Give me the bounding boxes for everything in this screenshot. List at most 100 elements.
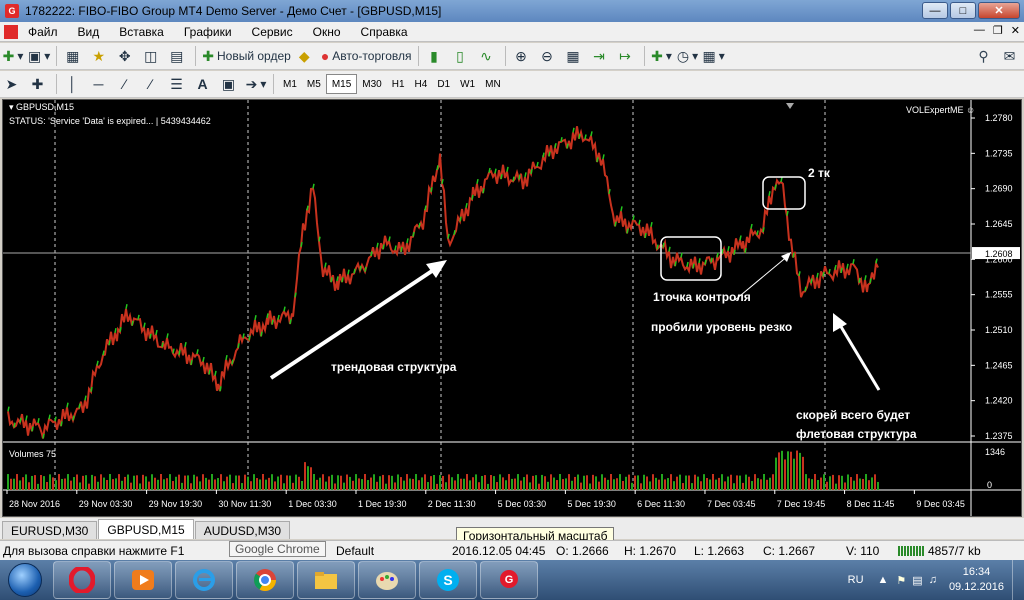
taskbar-paint[interactable] — [358, 561, 416, 599]
tf-d1[interactable]: D1 — [432, 74, 455, 94]
menu-insert[interactable]: Вставка — [109, 25, 174, 39]
cursor-icon[interactable]: ➤ — [2, 73, 24, 95]
tf-m30[interactable]: M30 — [357, 74, 386, 94]
vertical-line-icon[interactable]: │ — [63, 73, 85, 95]
channel-icon[interactable]: ∕ — [141, 73, 163, 95]
menu-help[interactable]: Справка — [351, 25, 418, 39]
tab-gbpusd[interactable]: GBPUSD,M15 — [98, 519, 194, 539]
show-desktop-button[interactable] — [1012, 560, 1024, 600]
tf-w1[interactable]: W1 — [455, 74, 480, 94]
tile-windows-icon[interactable]: ▦ — [564, 45, 586, 67]
app-icon: G — [5, 4, 19, 18]
data-window-icon[interactable]: ★ — [89, 45, 111, 67]
autoscroll-icon[interactable]: ↦ — [616, 45, 638, 67]
taskbar-explorer[interactable] — [297, 561, 355, 599]
volume-bar — [238, 475, 240, 490]
menu-window[interactable]: Окно — [303, 25, 351, 39]
tab-audusd[interactable]: AUDUSD,M30 — [194, 521, 291, 539]
menu-file[interactable]: Файл — [18, 25, 68, 39]
tray-volume-icon[interactable]: ♫ — [929, 574, 937, 586]
mdi-restore-button[interactable]: ❐ — [993, 24, 1003, 37]
volume-bar — [775, 457, 777, 490]
tf-m15[interactable]: M15 — [325, 74, 358, 94]
tf-m1[interactable]: M1 — [278, 74, 302, 94]
crosshair-icon[interactable]: ✚ — [28, 73, 50, 95]
terminal-icon[interactable]: ◫ — [141, 45, 163, 67]
menu-view[interactable]: Вид — [68, 25, 110, 39]
taskbar-opera[interactable] — [53, 561, 111, 599]
menu-tools[interactable]: Сервис — [242, 25, 303, 39]
volume-bar — [640, 483, 642, 490]
chart-window[interactable]: 1.2780 1.2735 1.2690 1.2645 1.2600 1.2555 1.25… — [2, 99, 1022, 517]
periods-button[interactable]: ◷ ▾ — [677, 45, 699, 67]
volume-bar — [643, 474, 645, 490]
taskbar-fibogroup[interactable]: G — [480, 561, 538, 599]
tf-mn[interactable]: MN — [480, 74, 506, 94]
mdi-minimize-button[interactable]: — — [974, 24, 985, 37]
mdi-close-button[interactable]: ✕ — [1011, 24, 1020, 37]
price-chart[interactable]: 1.27801.27351.26901.26451.26001.25551.25… — [3, 100, 1021, 516]
tray-flag-icon[interactable]: ⚑ — [896, 574, 906, 587]
zoom-out-icon[interactable]: ⊖ — [538, 45, 560, 67]
menu-charts[interactable]: Графики — [174, 25, 242, 39]
volume-bar — [703, 474, 705, 490]
new-chart-button[interactable]: ✚ ▾ — [2, 45, 24, 67]
volume-bar — [586, 475, 588, 490]
connection-indicator-icon[interactable] — [898, 546, 924, 556]
zoom-in-icon[interactable]: ⊕ — [512, 45, 534, 67]
language-indicator[interactable]: RU — [848, 574, 864, 586]
volume-bar — [715, 479, 717, 490]
maximize-button[interactable]: □ — [950, 2, 976, 19]
line-chart-icon[interactable]: ∿ — [477, 45, 499, 67]
close-button[interactable]: ✕ — [978, 2, 1020, 19]
tf-h4[interactable]: H4 — [410, 74, 433, 94]
volume-bar — [409, 478, 411, 490]
tray-arrow-icon[interactable]: ▲ — [878, 574, 889, 586]
taskbar-ie[interactable] — [175, 561, 233, 599]
volume-bar — [526, 474, 528, 490]
volume-bar — [634, 475, 636, 490]
auto-trading-button[interactable]: ● Авто-торговля — [321, 45, 412, 67]
minimize-button[interactable]: — — [922, 2, 948, 19]
volume-bar — [166, 478, 168, 490]
candlestick-icon[interactable]: ▯ — [451, 45, 473, 67]
chat-icon[interactable]: ✉ — [1000, 45, 1022, 67]
volume-bar — [460, 478, 462, 490]
volume-bar — [19, 480, 21, 490]
status-close: C: 1.2667 — [763, 544, 816, 558]
volume-bar — [202, 474, 204, 490]
arrows-button[interactable]: ➔ ▾ — [245, 73, 267, 95]
trend-line-icon[interactable]: ∕ — [115, 73, 137, 95]
chart-shift-icon[interactable]: ⇥ — [590, 45, 612, 67]
meta-editor-icon[interactable]: ◆ — [295, 45, 317, 67]
taskbar-chrome[interactable] — [236, 561, 294, 599]
profiles-button[interactable]: ▣ ▾ — [28, 45, 50, 67]
search-icon[interactable]: ⚲ — [974, 45, 996, 67]
volume-bar — [529, 482, 531, 490]
taskbar-media-player[interactable] — [114, 561, 172, 599]
tf-m5[interactable]: M5 — [302, 74, 326, 94]
fibo-icon[interactable]: ☰ — [167, 73, 189, 95]
taskbar-skype[interactable]: S — [419, 561, 477, 599]
label-icon[interactable]: ▣ — [219, 73, 241, 95]
volume-bar — [40, 474, 42, 490]
text-icon[interactable]: A — [193, 73, 215, 95]
tray-network-icon[interactable]: ▤ — [912, 574, 922, 587]
volume-bar — [469, 480, 471, 490]
indicators-button[interactable]: ✚ ▾ — [651, 45, 673, 67]
clock[interactable]: 16:34 09.12.2016 — [949, 565, 1004, 595]
market-watch-icon[interactable]: ▦ — [63, 45, 85, 67]
tf-h1[interactable]: H1 — [387, 74, 410, 94]
tester-icon[interactable]: ▤ — [167, 45, 189, 67]
new-order-button[interactable]: ✚ Новый ордер — [202, 45, 291, 67]
time-tick-label-4: 1 Dec 03:30 — [288, 499, 337, 509]
templates-button[interactable]: ▦ ▾ — [703, 45, 725, 67]
tab-eurusd[interactable]: EURUSD,M30 — [2, 521, 98, 539]
navigator-icon[interactable]: ✥ — [115, 45, 137, 67]
volume-bar — [619, 474, 621, 490]
volume-bar — [700, 481, 702, 490]
horizontal-line-icon[interactable]: ─ — [89, 73, 111, 95]
media-player-icon — [132, 570, 154, 590]
bar-chart-icon[interactable]: ▮ — [425, 45, 447, 67]
start-button[interactable] — [0, 560, 50, 600]
